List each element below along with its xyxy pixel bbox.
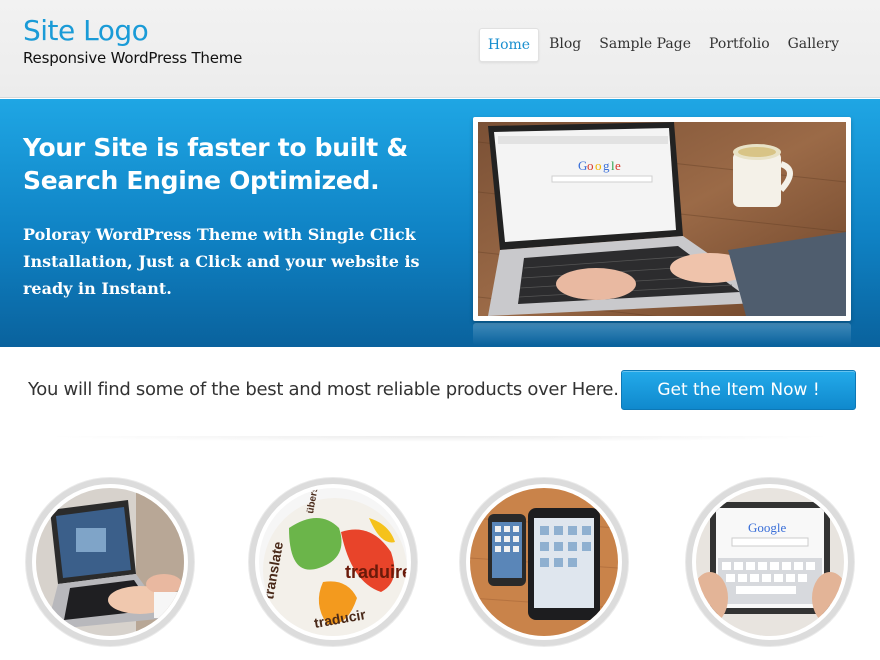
svg-text:o: o <box>595 158 602 173</box>
feature-image-tablet[interactable]: Google <box>686 478 854 646</box>
feature-image-devices[interactable] <box>460 478 628 646</box>
word-traduire: traduire <box>345 562 407 582</box>
site-tagline: Responsive WordPress Theme <box>23 49 243 67</box>
hero-heading: Your Site is faster to built & Search En… <box>23 133 408 195</box>
site-header: Site Logo Responsive WordPress Theme Hom… <box>0 0 880 98</box>
tablet-google-text: Google <box>748 520 787 535</box>
nav-gallery[interactable]: Gallery <box>780 28 847 62</box>
svg-text:o: o <box>587 158 594 173</box>
hero-image: G o o g l e <box>473 117 851 321</box>
cta-section: You will find some of the best and most … <box>0 347 880 442</box>
feature-image-laptop[interactable] <box>26 478 194 646</box>
hero-banner: Your Site is faster to built & Search En… <box>0 99 880 347</box>
cta-text: You will find some of the best and most … <box>28 379 619 400</box>
tablet-google-illustration: Google <box>696 488 844 636</box>
site-logo[interactable]: Site Logo <box>23 14 149 47</box>
nav-blog[interactable]: Blog <box>541 28 589 62</box>
nav-sample-page[interactable]: Sample Page <box>591 28 699 62</box>
hero-description: Poloray WordPress Theme with Single Clic… <box>23 225 420 298</box>
section-divider <box>40 436 840 442</box>
hero-laptop-photo: G o o g l e <box>478 122 846 316</box>
hero-image-reflection <box>473 323 851 345</box>
nav-home[interactable]: Home <box>478 28 540 62</box>
translate-globe-illustration: translate übersetzen traduire traducir <box>259 488 407 636</box>
get-item-button[interactable]: Get the Item Now ! <box>621 370 856 410</box>
feature-images: translate übersetzen traduire traducir <box>0 474 880 660</box>
laptop-photo-illustration: G o o g l e <box>478 122 846 316</box>
svg-text:g: g <box>603 158 610 173</box>
phone-tablet-illustration <box>470 488 618 636</box>
nav-portfolio[interactable]: Portfolio <box>701 28 778 62</box>
laptop-hands-illustration <box>36 488 184 636</box>
svg-text:e: e <box>615 158 621 173</box>
laptop-screen-google-text: G <box>578 158 587 173</box>
feature-image-translate[interactable]: translate übersetzen traduire traducir <box>249 478 417 646</box>
main-nav: Home Blog Sample Page Portfolio Gallery <box>478 28 847 62</box>
